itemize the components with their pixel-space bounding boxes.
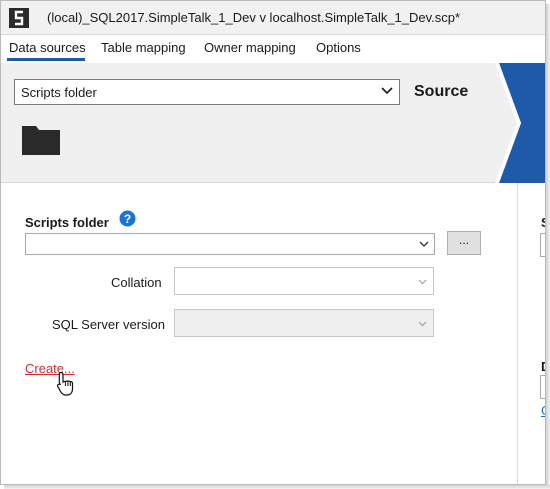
window-shadow-right <box>546 4 550 489</box>
source-type-value: Scripts folder <box>21 85 97 100</box>
chevron-down-icon <box>419 241 429 247</box>
tab-bar: Data sources Table mapping Owner mapping… <box>1 35 545 63</box>
source-panel: Scripts folder Source <box>1 63 545 183</box>
app-window: (local)_SQL2017.SimpleTalk_1_Dev v local… <box>0 0 546 485</box>
tab-options[interactable]: Options <box>316 40 361 55</box>
sql-version-select[interactable] <box>174 309 434 337</box>
tab-owner-mapping[interactable]: Owner mapping <box>204 40 296 55</box>
collation-select[interactable] <box>174 267 434 295</box>
active-tab-indicator <box>7 58 85 61</box>
hand-cursor-icon <box>56 371 74 396</box>
sql-version-label: SQL Server version <box>52 317 165 332</box>
chevron-down-icon <box>381 87 393 95</box>
scripts-folder-label: Scripts folder <box>25 215 109 230</box>
chevron-down-icon <box>418 321 427 327</box>
chevron-down-icon <box>418 279 427 285</box>
collation-label: Collation <box>111 275 162 290</box>
tab-data-sources[interactable]: Data sources <box>9 40 86 55</box>
tab-table-mapping[interactable]: Table mapping <box>101 40 186 55</box>
sql-compare-app-icon <box>9 8 29 28</box>
panel-divider <box>517 183 518 484</box>
source-type-select[interactable]: Scripts folder <box>14 79 400 105</box>
folder-icon <box>22 126 60 155</box>
scripts-folder-combo[interactable] <box>25 233 435 255</box>
help-icon[interactable]: ? <box>119 210 136 227</box>
source-details: Scripts folder ? ... Collation SQL Serve… <box>1 183 545 484</box>
source-heading: Source <box>414 83 469 100</box>
svg-text:?: ? <box>124 212 131 226</box>
browse-button[interactable]: ... <box>447 231 481 255</box>
source-arrow-graphic <box>495 63 545 183</box>
window-shadow-bottom <box>4 485 550 489</box>
title-bar: (local)_SQL2017.SimpleTalk_1_Dev v local… <box>1 1 545 35</box>
window-title: (local)_SQL2017.SimpleTalk_1_Dev v local… <box>47 10 461 25</box>
